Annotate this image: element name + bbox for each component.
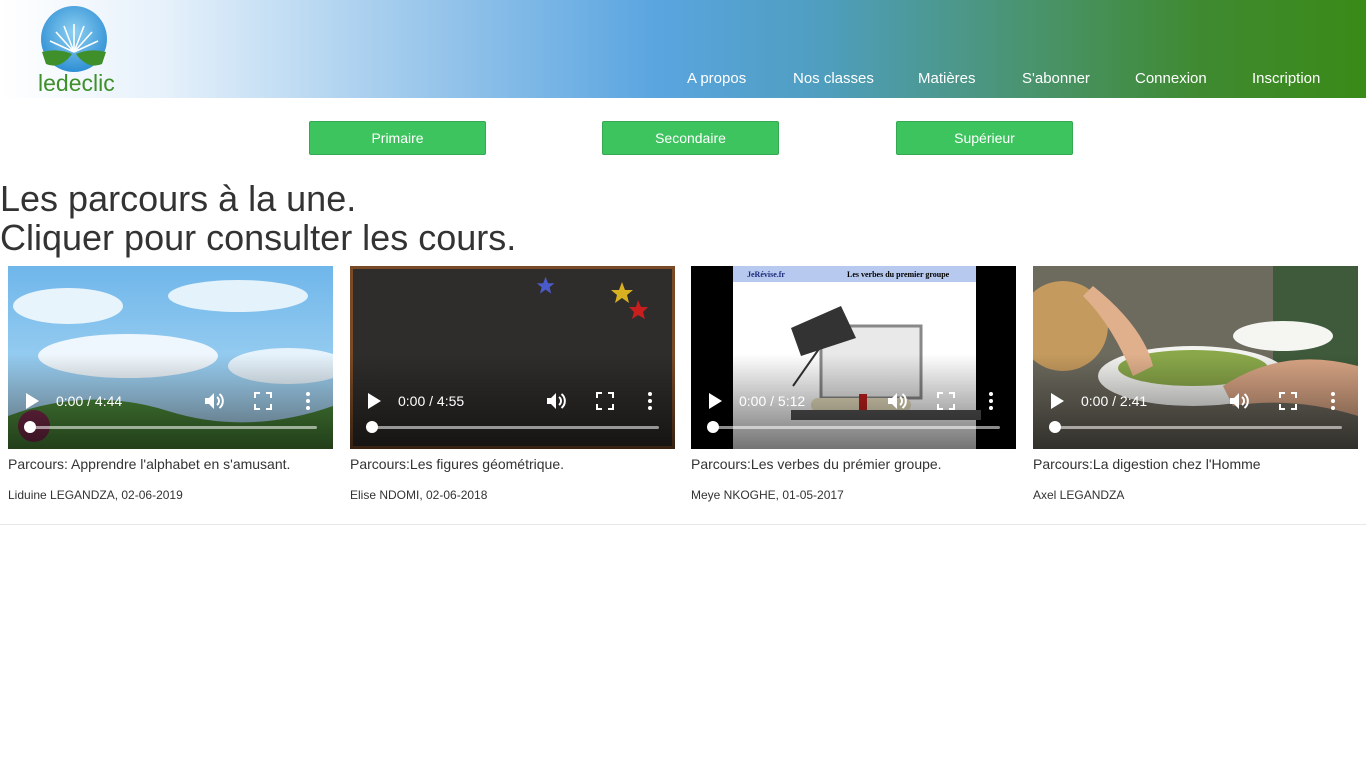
nav-inscription[interactable]: Inscription bbox=[1252, 70, 1320, 87]
volume-icon[interactable] bbox=[546, 392, 568, 410]
course-author: Elise NDOMI, 02-06-2018 bbox=[350, 488, 488, 502]
progress-knob[interactable] bbox=[366, 421, 378, 433]
fullscreen-icon[interactable] bbox=[596, 392, 614, 410]
secondaire-button[interactable]: Secondaire bbox=[602, 121, 779, 155]
video-player[interactable]: JeRévise.fr Les verbes du premier groupe… bbox=[691, 266, 1016, 449]
headline-instructions: Cliquer pour consulter les cours. bbox=[0, 217, 517, 258]
nav-nos-classes[interactable]: Nos classes bbox=[793, 70, 874, 87]
thumb-site-text: JeRévise.fr bbox=[747, 270, 785, 279]
video-player[interactable]: 0:00 / 4:44 bbox=[8, 266, 333, 449]
thumb-topic-text: Les verbes du premier groupe bbox=[847, 270, 950, 279]
section-divider bbox=[0, 524, 1366, 525]
progress-slider[interactable] bbox=[707, 421, 1000, 433]
video-time: 0:00 / 4:44 bbox=[56, 393, 123, 409]
play-icon[interactable] bbox=[1051, 393, 1064, 409]
video-player[interactable]: 0:00 / 2:41 bbox=[1033, 266, 1358, 449]
progress-knob[interactable] bbox=[707, 421, 719, 433]
play-icon[interactable] bbox=[368, 393, 381, 409]
video-player[interactable]: 0:00 / 4:55 bbox=[350, 266, 675, 449]
play-icon[interactable] bbox=[26, 393, 39, 409]
nav-sabonner[interactable]: S'abonner bbox=[1022, 70, 1090, 87]
course-title[interactable]: Parcours:Les figures géométrique. bbox=[350, 456, 675, 472]
fullscreen-icon[interactable] bbox=[1279, 392, 1297, 410]
video-time: 0:00 / 2:41 bbox=[1081, 393, 1148, 409]
fullscreen-icon[interactable] bbox=[937, 392, 955, 410]
course-card: 0:00 / 4:44 Parcours: Apprendre l'alphab… bbox=[8, 266, 333, 502]
more-options-icon[interactable] bbox=[305, 392, 311, 410]
nav-connexion[interactable]: Connexion bbox=[1135, 70, 1207, 87]
course-title[interactable]: Parcours:La digestion chez l'Homme bbox=[1033, 456, 1358, 472]
course-title[interactable]: Parcours: Apprendre l'alphabet en s'amus… bbox=[8, 456, 333, 472]
headline-featured: Les parcours à la une. bbox=[0, 178, 357, 219]
brand-name[interactable]: ledeclic bbox=[38, 70, 115, 97]
course-card: JeRévise.fr Les verbes du premier groupe… bbox=[691, 266, 1016, 502]
progress-slider[interactable] bbox=[1049, 421, 1342, 433]
more-options-icon[interactable] bbox=[647, 392, 653, 410]
course-author: Liduine LEGANDZA, 02-06-2019 bbox=[8, 488, 183, 502]
more-options-icon[interactable] bbox=[1330, 392, 1336, 410]
play-icon[interactable] bbox=[709, 393, 722, 409]
more-options-icon[interactable] bbox=[988, 392, 994, 410]
nav-a-propos[interactable]: A propos bbox=[687, 70, 746, 87]
course-card: 0:00 / 2:41 Parcours:La digestion chez l… bbox=[1033, 266, 1358, 502]
site-header: ledeclic A propos Nos classes Matières S… bbox=[0, 0, 1366, 98]
progress-knob[interactable] bbox=[1049, 421, 1061, 433]
volume-icon[interactable] bbox=[204, 392, 226, 410]
course-author: Meye NKOGHE, 01-05-2017 bbox=[691, 488, 844, 502]
fullscreen-icon[interactable] bbox=[254, 392, 272, 410]
progress-knob[interactable] bbox=[24, 421, 36, 433]
progress-slider[interactable] bbox=[366, 421, 659, 433]
video-time: 0:00 / 5:12 bbox=[739, 393, 806, 409]
volume-icon[interactable] bbox=[1229, 392, 1251, 410]
superieur-button[interactable]: Supérieur bbox=[896, 121, 1073, 155]
course-author: Axel LEGANDZA bbox=[1033, 488, 1125, 502]
progress-slider[interactable] bbox=[24, 421, 317, 433]
video-time: 0:00 / 4:55 bbox=[398, 393, 465, 409]
course-card: 0:00 / 4:55 Parcours:Les figures géométr… bbox=[350, 266, 675, 502]
course-title[interactable]: Parcours:Les verbes du prémier groupe. bbox=[691, 456, 1016, 472]
primaire-button[interactable]: Primaire bbox=[309, 121, 486, 155]
volume-icon[interactable] bbox=[887, 392, 909, 410]
nav-matieres[interactable]: Matières bbox=[918, 70, 976, 87]
